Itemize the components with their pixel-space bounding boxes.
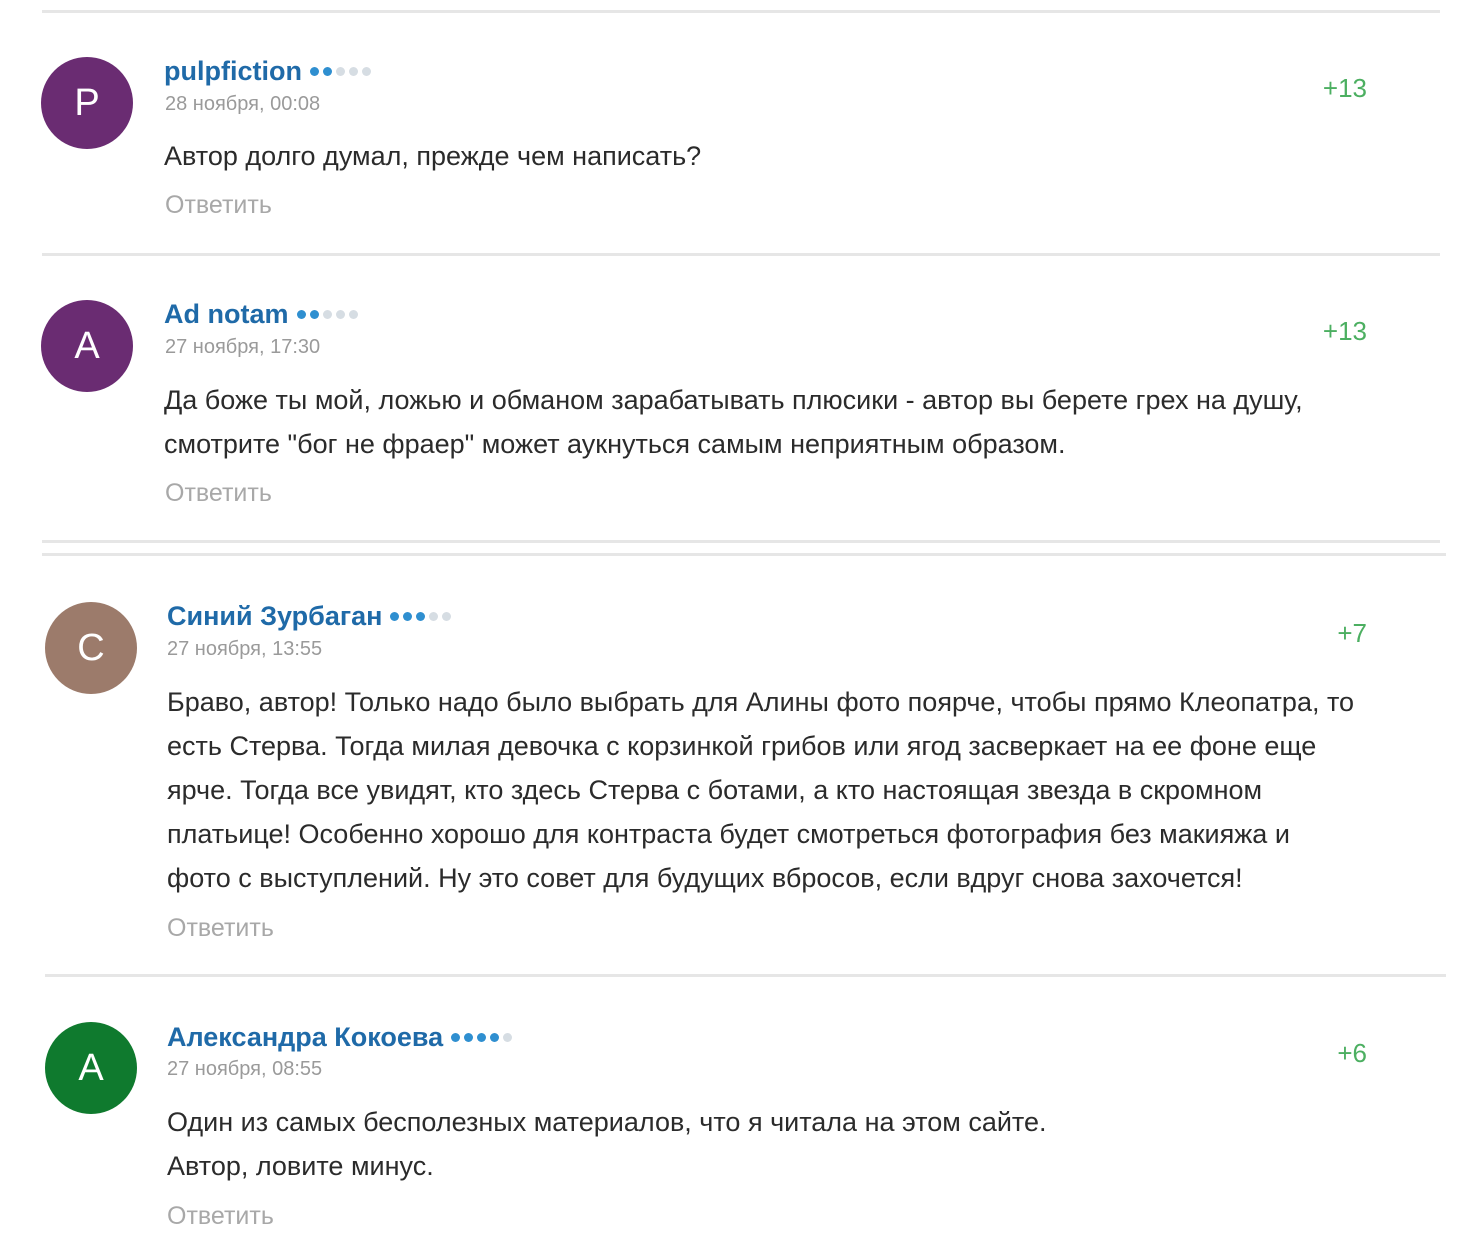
comment-date: 27 ноября, 17:30 (165, 336, 321, 358)
author-line: Ad notam (164, 299, 362, 330)
comment-text: Автор долго думал, прежде чем написать? (164, 134, 701, 178)
rating-dot-empty (348, 309, 358, 319)
comment-text-line: ярче. Тогда все увидят, кто здесь Стерва… (167, 775, 1263, 805)
comment-score: +7 (1337, 618, 1367, 648)
rating-dot-filled (309, 66, 319, 76)
comment-text-line: Да боже ты мой, ложью и обманом зарабаты… (164, 385, 1303, 415)
rating-dot-empty (348, 66, 358, 76)
rating-dot-filled (309, 309, 319, 319)
comment-date: 27 ноября, 13:55 (167, 638, 323, 660)
author-name[interactable]: Ad notam (164, 299, 289, 329)
rating-dots-icon (451, 1029, 516, 1047)
reply-button[interactable]: Ответить (167, 914, 274, 943)
comment-text-line: Автор долго думал, прежде чем написать? (164, 141, 702, 171)
author-line: pulpfiction (164, 56, 375, 87)
rating-dot-empty (429, 611, 439, 621)
comment-date: 27 ноября, 08:55 (167, 1058, 323, 1080)
avatar[interactable]: A (41, 300, 133, 392)
rating-dot-filled (451, 1032, 461, 1042)
comment-text-line: платьице! Особенно хорошо для контраста … (167, 819, 1290, 849)
rating-dot-filled (490, 1032, 500, 1042)
divider (42, 10, 1440, 13)
comment-score: +13 (1322, 316, 1367, 346)
rating-dot-filled (390, 611, 400, 621)
comment-text: Один из самых бесполезных материалов, чт… (167, 1100, 1047, 1188)
rating-dot-empty (442, 611, 452, 621)
author-name[interactable]: Александра Кокоева (167, 1022, 443, 1052)
reply-button[interactable]: Ответить (165, 479, 272, 508)
reply-button[interactable]: Ответить (167, 1202, 274, 1231)
rating-dots-icon (309, 63, 375, 81)
author-line: Александра Кокоева (167, 1022, 516, 1053)
comment-text-line: Автор, ловите минус. (167, 1151, 434, 1181)
author-line: Синий Зурбаган (167, 601, 455, 632)
comment-text-line: Один из самых бесполезных материалов, чт… (167, 1107, 1047, 1137)
avatar-letter: C (77, 627, 105, 669)
rating-dot-empty (503, 1032, 513, 1042)
avatar-letter: A (74, 325, 100, 367)
rating-dot-empty (335, 66, 345, 76)
rating-dot-filled (322, 66, 332, 76)
divider (42, 553, 1446, 556)
reply-button[interactable]: Ответить (165, 191, 272, 220)
rating-dot-filled (403, 611, 413, 621)
rating-dot-filled (296, 309, 306, 319)
avatar-letter: P (74, 82, 100, 124)
comment-text: Браво, автор! Только надо было выбрать д… (167, 680, 1354, 900)
comment-score: +6 (1337, 1038, 1367, 1068)
avatar[interactable]: C (45, 602, 137, 694)
comment-text-line: фото с выступлений. Ну это совет для буд… (167, 863, 1243, 893)
rating-dots-icon (296, 306, 362, 324)
comment-text: Да боже ты мой, ложью и обманом зарабаты… (164, 378, 1303, 466)
rating-dot-empty (361, 66, 371, 76)
comment-score: +13 (1322, 73, 1367, 103)
rating-dot-filled (477, 1032, 487, 1042)
comment-text-line: смотрите "бог не фраер" может аукнуться … (164, 429, 1066, 459)
divider (42, 540, 1440, 543)
divider (42, 253, 1440, 256)
author-name[interactable]: Синий Зурбаган (167, 601, 382, 631)
rating-dots-icon (390, 608, 455, 626)
rating-dot-empty (335, 309, 345, 319)
comment-text-line: Браво, автор! Только надо было выбрать д… (167, 687, 1355, 717)
rating-dot-filled (416, 611, 426, 621)
rating-dot-filled (464, 1032, 474, 1042)
comment-date: 28 ноября, 00:08 (165, 93, 321, 115)
author-name[interactable]: pulpfiction (164, 56, 302, 86)
divider (45, 974, 1446, 977)
avatar[interactable]: A (45, 1022, 137, 1114)
avatar[interactable]: P (41, 57, 133, 149)
rating-dot-empty (322, 309, 332, 319)
comment-text-line: есть Стерва. Тогда милая девочка с корзи… (167, 731, 1317, 761)
avatar-letter: A (78, 1047, 104, 1089)
